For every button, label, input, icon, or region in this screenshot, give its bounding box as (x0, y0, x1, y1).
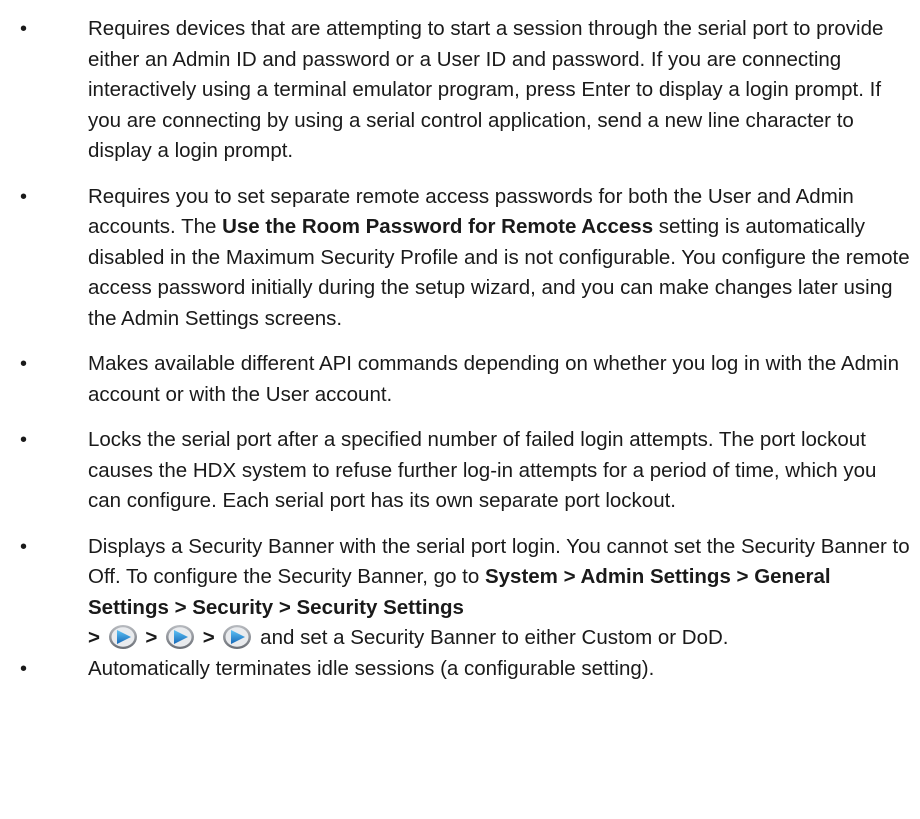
next-arrow-icon (108, 624, 138, 650)
path-separator: > (145, 626, 158, 649)
list-item-text: Makes available different API commands d… (88, 352, 900, 406)
bullet-marker: • (20, 657, 28, 680)
path-separator: > (88, 626, 100, 649)
list-item-text: Requires devices that are attempting to … (88, 17, 884, 162)
list-item-text: and set a Security Banner to either Cust… (260, 626, 729, 649)
document-page: • Requires devices that are attempting t… (0, 0, 920, 819)
list-item: • Displays a Security Banner with the se… (10, 532, 910, 654)
list-item: • Requires you to set separate remote ac… (10, 182, 910, 335)
list-item: • Requires devices that are attempting t… (10, 14, 910, 167)
bullet-marker: • (20, 429, 28, 451)
feature-bullet-list: • Requires devices that are attempting t… (10, 14, 910, 684)
bullet-marker: • (20, 18, 28, 40)
bullet-marker: • (20, 353, 28, 375)
list-item-text: Automatically terminates idle sessions (… (88, 656, 655, 680)
next-arrow-icon (165, 624, 195, 650)
list-item: • Locks the serial port after a specifie… (10, 425, 910, 517)
list-item: • Makes available different API commands… (10, 349, 910, 410)
setting-name: Use the Room Password for Remote Access (222, 215, 654, 238)
list-item: • Automatically terminates idle sessions… (10, 654, 910, 685)
bullet-marker: • (20, 185, 28, 208)
path-separator: > (202, 626, 215, 649)
next-arrow-icon (222, 624, 252, 650)
list-item-text: Locks the serial port after a specified … (88, 428, 877, 512)
bullet-marker: • (20, 535, 28, 558)
